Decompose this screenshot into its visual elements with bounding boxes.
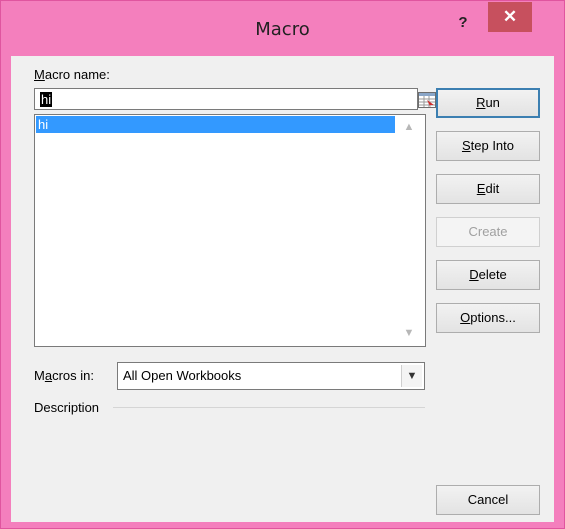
dialog-title: Macro bbox=[255, 19, 310, 40]
delete-button[interactable]: Delete bbox=[436, 260, 540, 290]
close-button[interactable]: ✕ bbox=[488, 2, 532, 32]
close-icon: ✕ bbox=[502, 7, 518, 26]
title-bar[interactable]: Macro ? ✕ bbox=[1, 1, 564, 57]
macro-name-label: Macro name: bbox=[34, 67, 110, 82]
edit-button[interactable]: Edit bbox=[436, 174, 540, 204]
macro-name-input[interactable]: hi bbox=[34, 88, 436, 110]
description-label: Description bbox=[34, 400, 100, 415]
run-button[interactable]: Run bbox=[436, 88, 540, 118]
cancel-button[interactable]: Cancel bbox=[436, 485, 540, 515]
scroll-down-icon[interactable]: ▼ bbox=[401, 325, 417, 341]
macros-in-label: Macros in: bbox=[34, 368, 94, 383]
macros-in-value: All Open Workbooks bbox=[123, 368, 242, 383]
macros-in-select[interactable]: All Open Workbooks ▼ bbox=[117, 362, 425, 390]
scroll-up-icon[interactable]: ▲ bbox=[401, 119, 417, 135]
step-into-button[interactable]: Step Into bbox=[436, 131, 540, 161]
dialog-body: Macro name: hi hi ▲ ▼ Run Step Into Edit… bbox=[11, 56, 554, 522]
options-button[interactable]: Options... bbox=[436, 303, 540, 333]
macro-list[interactable]: hi ▲ ▼ bbox=[34, 114, 426, 347]
macro-name-value: hi bbox=[40, 92, 53, 107]
collapse-dialog-icon[interactable] bbox=[418, 92, 436, 108]
description-divider bbox=[113, 407, 425, 408]
macro-dialog: Macro ? ✕ Macro name: hi hi ▲ ▼ Run Step… bbox=[0, 0, 565, 529]
chevron-down-icon[interactable]: ▼ bbox=[401, 365, 422, 387]
create-button: Create bbox=[436, 217, 540, 247]
list-item[interactable]: hi bbox=[36, 116, 395, 133]
help-button[interactable]: ? bbox=[450, 11, 476, 35]
